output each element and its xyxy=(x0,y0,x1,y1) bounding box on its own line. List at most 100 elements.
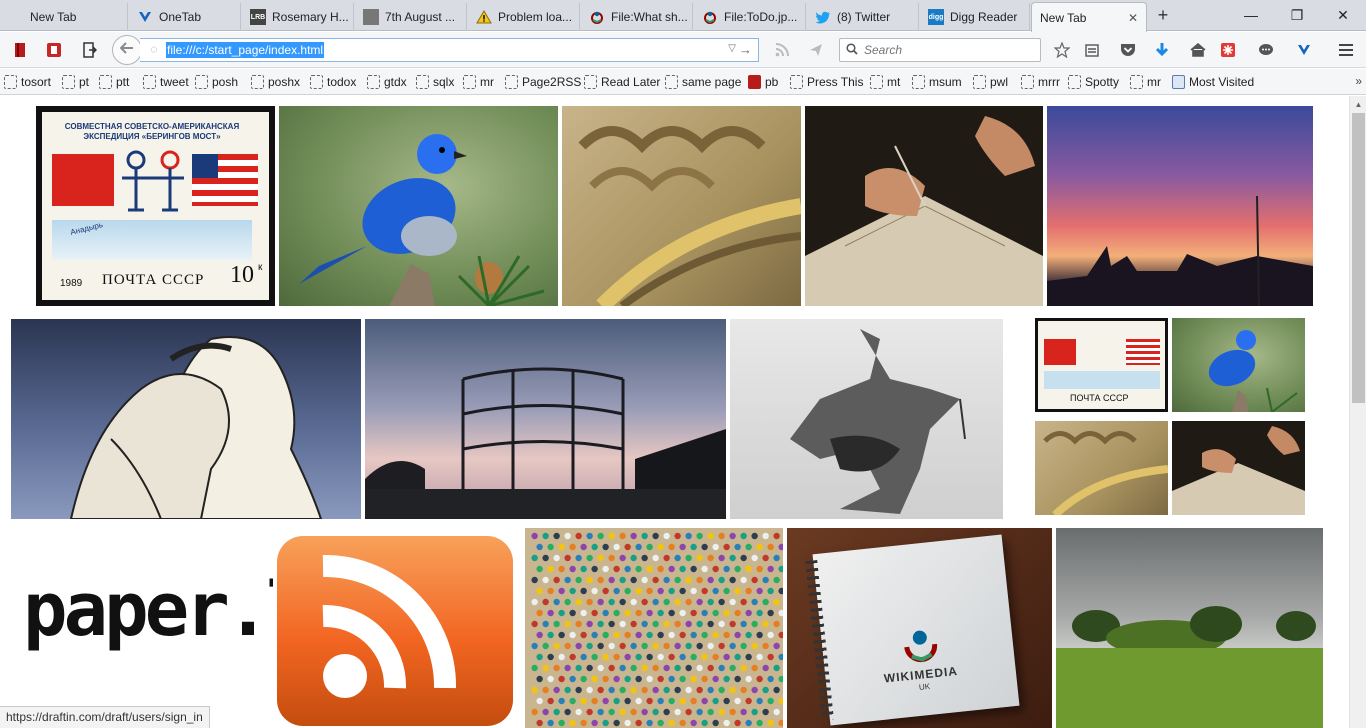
warning-icon xyxy=(476,9,492,25)
tab-label: (8) Twitter xyxy=(837,10,891,24)
twitter-icon xyxy=(815,9,831,25)
carved-stone-thumbnail[interactable] xyxy=(1035,421,1168,515)
kissing-couple-sketch-image[interactable] xyxy=(11,319,361,519)
bookmark-page-icon xyxy=(463,75,476,89)
carved-stone-image[interactable] xyxy=(562,106,801,306)
back-arrow-icon xyxy=(119,41,134,59)
bookmark-item[interactable]: mrrr xyxy=(1021,74,1060,90)
tab-twitter[interactable]: (8) Twitter xyxy=(807,3,919,31)
bluebird-thumbnail[interactable] xyxy=(1172,318,1305,412)
bookmark-item[interactable]: todox xyxy=(310,74,356,90)
bookmark-item[interactable]: msum xyxy=(912,74,962,90)
bookmark-item[interactable]: mr xyxy=(463,74,494,90)
bookmark-item[interactable]: gtdx xyxy=(367,74,407,90)
close-tab-icon[interactable]: ✕ xyxy=(1126,11,1140,25)
bookmark-item[interactable]: Read Later xyxy=(584,74,660,90)
sunset-skyline-image[interactable] xyxy=(1047,106,1313,306)
bookmark-star-icon[interactable] xyxy=(1050,38,1074,62)
send-arrow-icon[interactable] xyxy=(804,38,828,62)
hamburger-menu-icon[interactable] xyxy=(1334,38,1358,62)
tab-file-what[interactable]: File:What sh... xyxy=(581,3,693,31)
bookmark-item[interactable]: ptt xyxy=(99,74,129,90)
bookmark-item[interactable]: Press This xyxy=(790,74,863,90)
bookmark-item[interactable]: same page xyxy=(665,74,741,90)
bookmark-page-icon xyxy=(790,75,803,89)
new-tab-button[interactable]: + xyxy=(1152,6,1174,26)
bookmark-item[interactable]: Page2RSS xyxy=(505,74,581,90)
home-icon[interactable] xyxy=(1186,38,1210,62)
bookmark-item[interactable]: poshx xyxy=(251,74,300,90)
bookmark-item[interactable]: tweet xyxy=(143,74,189,90)
bookmark-page-icon xyxy=(1068,75,1081,89)
stamp-value: 10 xyxy=(230,262,254,288)
rss-logo-image[interactable] xyxy=(277,536,513,726)
tab-new-tab-1[interactable]: New Tab xyxy=(0,3,128,31)
tab-7th-august[interactable]: 7th August ... xyxy=(355,3,467,31)
bookmark-item[interactable]: Spotty xyxy=(1068,74,1119,90)
wikimedia-uk-label: UK xyxy=(918,681,931,692)
downloads-icon[interactable] xyxy=(1150,38,1174,62)
scroll-up-arrow-icon[interactable]: ▲ xyxy=(1350,96,1366,113)
tab-problem-loading[interactable]: Problem loa... xyxy=(468,3,580,31)
rss-subscribe-icon[interactable] xyxy=(770,38,794,62)
tab-label: File:What sh... xyxy=(611,10,688,24)
paperli-logo-image[interactable]: paper.li xyxy=(11,529,273,728)
bookmark-item[interactable]: sqlx xyxy=(416,74,454,90)
green-mound-landscape-image[interactable] xyxy=(1056,528,1323,728)
tab-new-tab-active[interactable]: New Tab ✕ xyxy=(1031,2,1147,32)
minimize-button[interactable]: — xyxy=(1228,0,1274,30)
export-page-icon[interactable] xyxy=(78,38,102,62)
chat-bubble-icon[interactable] xyxy=(1254,38,1278,62)
bookmark-page-icon xyxy=(251,75,264,89)
bookmark-label: tosort xyxy=(21,75,52,89)
close-window-button[interactable]: ✕ xyxy=(1320,0,1366,30)
bookmark-item[interactable]: tosort xyxy=(4,74,51,90)
addon-red-icon[interactable] xyxy=(1216,38,1240,62)
onetab-icon xyxy=(137,9,153,25)
bookmark-page-icon xyxy=(665,75,678,89)
vertical-scrollbar[interactable]: ▲ xyxy=(1349,96,1366,728)
scroll-thumb[interactable] xyxy=(1352,113,1365,403)
go-arrow-icon[interactable]: → xyxy=(739,42,752,57)
bookmark-item[interactable]: pt xyxy=(62,74,89,90)
soviet-stamp-image[interactable]: СОВМЕСТНАЯ СОВЕТСКО-АМЕРИКАНСКАЯ ЭКСПЕДИ… xyxy=(36,106,275,306)
search-bar[interactable] xyxy=(839,38,1041,62)
wikimedia-icon xyxy=(589,9,605,25)
gasholder-image[interactable] xyxy=(365,319,726,519)
tab-digg-reader[interactable]: digg Digg Reader xyxy=(920,3,1030,31)
bookmark-item[interactable]: pb xyxy=(748,74,778,90)
tab-rosemary[interactable]: LRB Rosemary H... xyxy=(242,3,354,31)
bookmark-item[interactable]: mt xyxy=(870,74,900,90)
bookmarks-menu-icon[interactable] xyxy=(1080,38,1104,62)
tab-file-todo[interactable]: File:ToDo.jp... xyxy=(694,3,806,31)
onetab-toolbar-icon[interactable] xyxy=(1292,38,1316,62)
url-text[interactable]: file:///c:/start_page/index.html xyxy=(166,42,325,58)
readlater-book-icon[interactable] xyxy=(42,38,66,62)
tab-label: File:ToDo.jp... xyxy=(724,10,798,24)
stamp-thumb-post: ПОЧТА СССР xyxy=(1070,393,1129,403)
pushpins-image[interactable] xyxy=(525,528,783,728)
bookmark-label: mt xyxy=(887,75,901,89)
tab-onetab[interactable]: OneTab xyxy=(129,3,241,31)
bookmarks-overflow-button[interactable]: » xyxy=(1355,74,1362,88)
search-input[interactable] xyxy=(864,43,1034,57)
bookmark-item[interactable]: posh xyxy=(195,74,238,90)
restore-button[interactable]: ❐ xyxy=(1274,0,1320,30)
tab-strip: New Tab OneTab LRB Rosemary H... 7th Aug… xyxy=(0,0,1366,32)
soviet-stamp-thumbnail[interactable]: ПОЧТА СССР xyxy=(1035,318,1168,412)
bookmark-item[interactable]: Most Visited xyxy=(1172,74,1254,90)
bookmark-red-book-icon[interactable] xyxy=(8,38,32,62)
writing-hands-image[interactable] xyxy=(805,106,1043,306)
bookmark-item[interactable]: pwl xyxy=(973,74,1008,90)
writing-hands-thumbnail[interactable] xyxy=(1172,421,1305,515)
bookmark-page-icon xyxy=(584,75,597,89)
pocket-icon[interactable] xyxy=(1116,38,1140,62)
url-bar[interactable]: ◌ file:///c:/start_page/index.html ▽ → xyxy=(140,38,759,62)
bookmark-item[interactable]: mr xyxy=(1130,74,1161,90)
wikimedia-notebook-image[interactable]: WIKIMEDIA UK xyxy=(787,528,1052,728)
bluebird-image[interactable] xyxy=(279,106,558,306)
dancer-sketch-image[interactable] xyxy=(730,319,1003,519)
history-dropdown-icon[interactable]: ▽ xyxy=(728,43,736,54)
back-button[interactable] xyxy=(112,35,142,65)
bookmark-page-icon xyxy=(195,75,208,89)
